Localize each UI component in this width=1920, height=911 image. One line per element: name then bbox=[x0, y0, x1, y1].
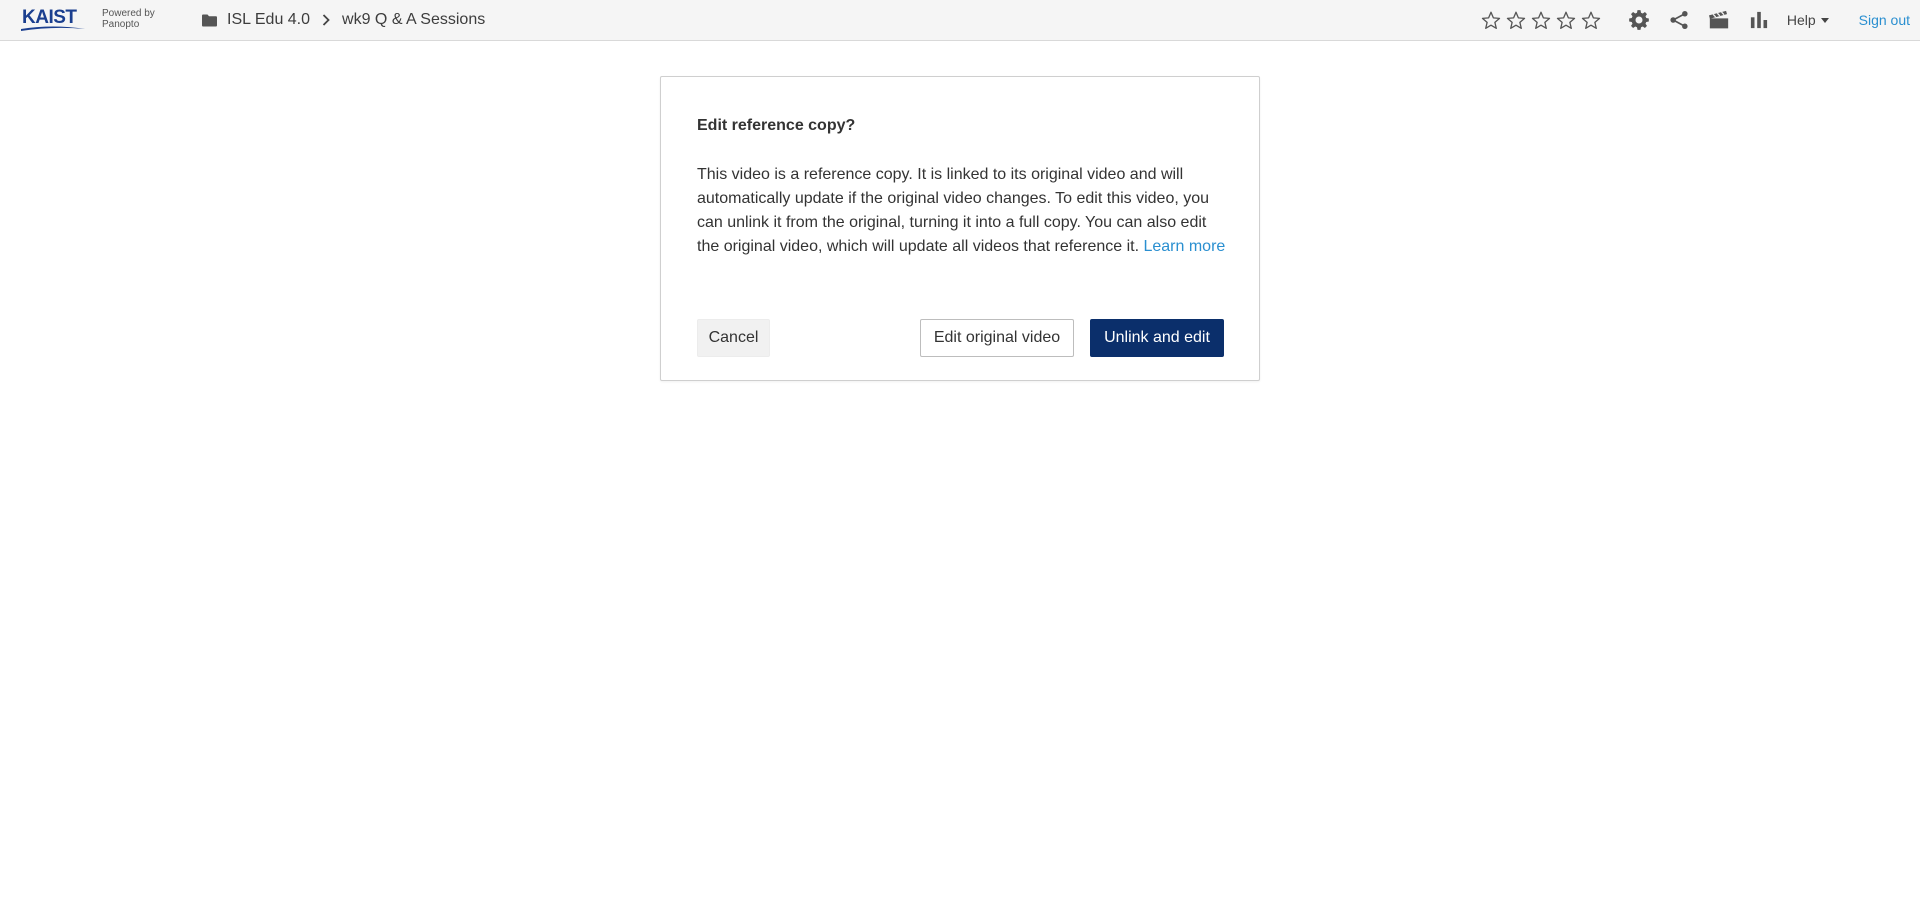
gear-icon[interactable] bbox=[1619, 0, 1659, 40]
clapperboard-icon[interactable] bbox=[1699, 0, 1739, 40]
kaist-logo[interactable]: KAIST bbox=[20, 7, 86, 33]
panopto-label: Panopto bbox=[102, 19, 140, 30]
help-menu[interactable]: Help bbox=[1787, 12, 1829, 28]
dialog-title: Edit reference copy? bbox=[697, 117, 856, 134]
unlink-and-edit-button[interactable]: Unlink and edit bbox=[1090, 319, 1224, 357]
star-icon[interactable] bbox=[1481, 11, 1501, 30]
breadcrumb-folder-link[interactable]: ISL Edu 4.0 bbox=[227, 11, 310, 29]
star-icon[interactable] bbox=[1531, 11, 1551, 30]
edit-reference-copy-dialog: Edit reference copy? This video is a ref… bbox=[660, 76, 1260, 381]
share-icon[interactable] bbox=[1659, 0, 1699, 40]
edit-original-video-button[interactable]: Edit original video bbox=[920, 319, 1074, 357]
logo-swoosh-icon bbox=[21, 26, 85, 31]
header-actions: Help Sign out bbox=[1476, 0, 1920, 40]
bar-chart-icon[interactable] bbox=[1739, 0, 1779, 40]
dialog-message: This video is a reference copy. It is li… bbox=[697, 163, 1227, 259]
dialog-message-text: This video is a reference copy. It is li… bbox=[697, 166, 1210, 255]
breadcrumb: ISL Edu 4.0 wk9 Q & A Sessions bbox=[202, 0, 485, 40]
caret-down-icon bbox=[1820, 17, 1829, 23]
folder-icon bbox=[202, 14, 217, 27]
star-icon[interactable] bbox=[1581, 11, 1601, 30]
top-bar: KAIST Powered by Panopto ISL Edu 4.0 wk9… bbox=[0, 0, 1920, 41]
star-rating bbox=[1476, 11, 1601, 30]
powered-by-label: Powered by bbox=[102, 8, 155, 19]
breadcrumb-session-title: wk9 Q & A Sessions bbox=[342, 11, 486, 28]
cancel-button[interactable]: Cancel bbox=[697, 319, 770, 357]
learn-more-link[interactable]: Learn more bbox=[1143, 238, 1225, 255]
star-icon[interactable] bbox=[1506, 11, 1526, 30]
sign-out-link[interactable]: Sign out bbox=[1859, 12, 1910, 28]
chevron-right-icon bbox=[322, 14, 330, 26]
help-label: Help bbox=[1786, 12, 1816, 28]
star-icon[interactable] bbox=[1556, 11, 1576, 30]
powered-by-panopto: Powered by Panopto bbox=[102, 8, 155, 30]
